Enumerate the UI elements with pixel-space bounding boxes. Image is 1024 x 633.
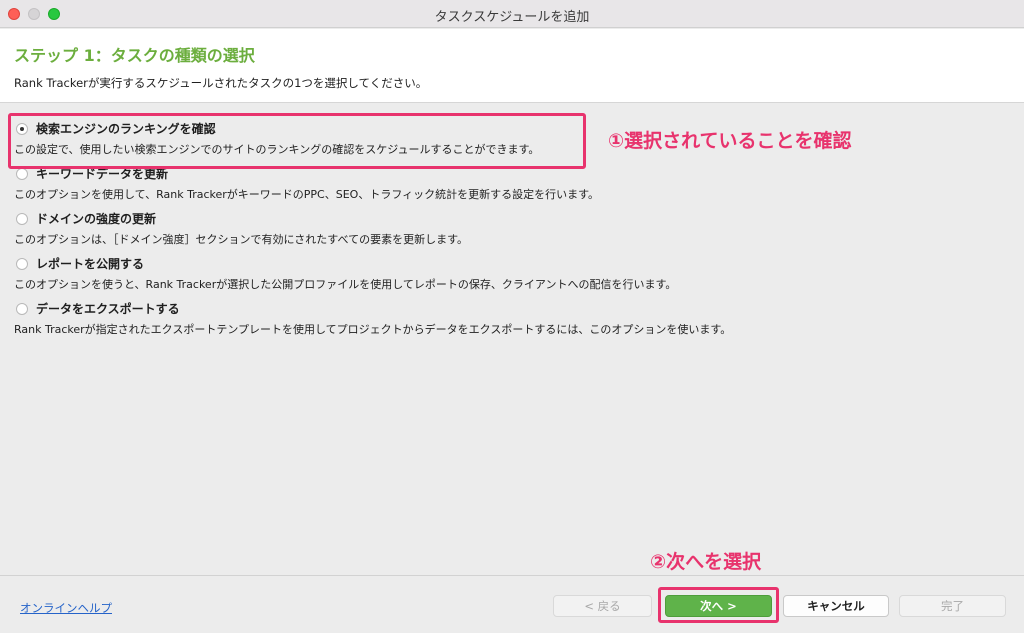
option-description: このオプションを使うと、Rank Trackerが選択した公開プロファイルを使用… <box>14 278 677 291</box>
radio-button[interactable] <box>16 258 28 270</box>
radio-button[interactable] <box>16 303 28 315</box>
option-description: このオプションを使用して、Rank TrackerがキーワードのPPC、SEO、… <box>14 188 599 201</box>
option-label: データをエクスポートする <box>36 302 180 316</box>
finish-button[interactable]: 完了 <box>899 595 1006 617</box>
window-titlebar: タスクスケジュールを追加 <box>0 0 1024 28</box>
annotation-select-next: ②次へを選択 <box>650 551 762 573</box>
option-description: このオプションは、［ドメイン強度］セクションで有効にされたすべての要素を更新しま… <box>14 233 468 246</box>
back-button[interactable]: < 戻る <box>553 595 652 617</box>
option-label: ドメインの強度の更新 <box>36 212 157 226</box>
radio-button[interactable] <box>16 168 28 180</box>
annotation-confirm-selected: ①選択されていることを確認 <box>608 130 852 152</box>
wizard-header: ステップ 1：タスクの種類の選択 Rank Trackerが実行するスケジュール… <box>0 29 1024 103</box>
option-description: Rank Trackerが指定されたエクスポートテンプレートを使用してプロジェク… <box>14 323 732 336</box>
highlight-box-selected-option <box>8 113 586 169</box>
highlight-box-next-button <box>658 587 779 623</box>
window-title: タスクスケジュールを追加 <box>434 10 590 25</box>
radio-button[interactable] <box>16 213 28 225</box>
step-description: Rank Trackerが実行するスケジュールされたタスクの1つを選択してくださ… <box>14 76 428 90</box>
online-help-link[interactable]: オンラインヘルプ <box>20 600 112 616</box>
cancel-button[interactable]: キャンセル <box>783 595 889 617</box>
wizard-footer: オンラインヘルプ < 戻る 次へ > キャンセル 完了 <box>0 575 1024 633</box>
step-title: ステップ 1：タスクの種類の選択 <box>14 46 255 65</box>
option-label: レポートを公開する <box>36 257 145 271</box>
